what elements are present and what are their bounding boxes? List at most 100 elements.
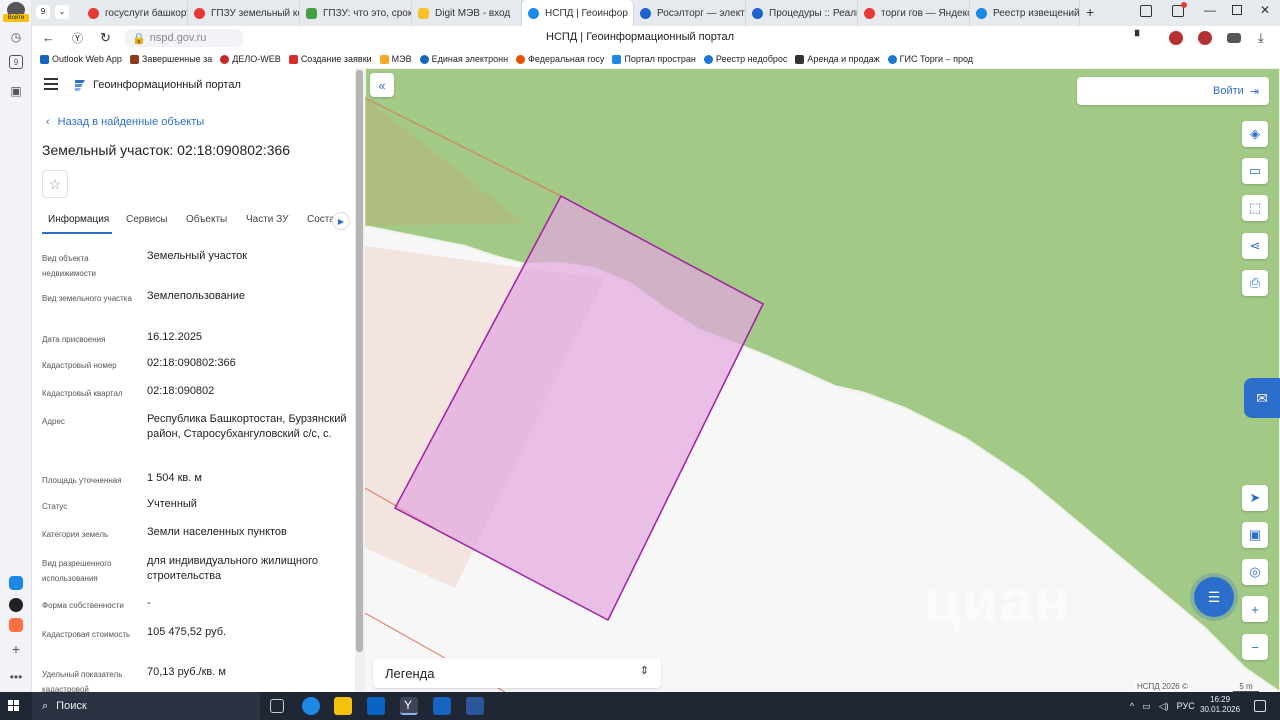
bookmark-item[interactable]: ДЕЛО-WEB <box>220 54 281 64</box>
url-text: nspd.gov.ru <box>149 32 207 44</box>
tabs-scroll-right-button[interactable]: ▶ <box>332 212 350 230</box>
network-icon[interactable]: ▭ <box>1142 701 1151 712</box>
tab-gpzu-2[interactable]: ГПЗУ: что это, срок <box>300 0 412 26</box>
ruler-icon[interactable]: ▭ <box>1242 158 1268 184</box>
sidebar-app-icon-3[interactable] <box>9 618 23 632</box>
field-key: Кадастровая стоимость <box>42 630 131 639</box>
field-value: Республика Башкортостан, Бурзянский райо… <box>147 413 347 440</box>
bookmark-item[interactable]: МЭВ <box>379 54 412 64</box>
word-icon[interactable] <box>466 697 484 715</box>
tab-nspd[interactable]: НСПД | Геоинфор✕ <box>522 0 634 26</box>
search-location-icon[interactable]: ◎ <box>1242 559 1268 585</box>
tab-procedures[interactable]: Процедуры :: Реали <box>746 0 858 26</box>
minimap-icon[interactable]: ▣ <box>1242 522 1268 548</box>
print-icon[interactable]: ⎙ <box>1242 270 1268 296</box>
bookmarks-bar: Outlook Web App Завершенные за ДЕЛО-WEB … <box>32 50 1280 68</box>
share-icon[interactable]: ⋖ <box>1242 233 1268 259</box>
download-icon[interactable]: ⤓ <box>1258 30 1264 46</box>
taskbar-search[interactable]: ⌕ Поиск <box>32 692 260 720</box>
bookmark-item[interactable]: Завершенные за <box>129 54 212 64</box>
more-icon[interactable]: ••• <box>7 668 25 686</box>
minimize-button[interactable]: — <box>1204 3 1216 17</box>
yandex-browser-icon[interactable]: Y <box>400 697 418 715</box>
windows-start-icon[interactable] <box>8 700 20 712</box>
language-indicator[interactable]: РУС <box>1177 701 1195 711</box>
bookmark-item[interactable]: Портал простран <box>612 54 696 64</box>
extension-icon-3[interactable] <box>1227 33 1241 43</box>
tab-parts[interactable]: Части ЗУ <box>246 214 288 225</box>
bookmark-label: Создание заявки <box>300 54 372 64</box>
explorer-icon[interactable] <box>334 697 352 715</box>
bookmark-favicon <box>288 54 298 64</box>
tab-info[interactable]: Информация <box>48 214 109 225</box>
tray-chevron-icon[interactable]: ^ <box>1130 701 1134 711</box>
new-tab-button[interactable]: + <box>1086 4 1094 20</box>
panel-scrollbar[interactable] <box>355 68 365 692</box>
layers-icon[interactable]: ◈ <box>1242 121 1268 147</box>
scrollbar-thumb[interactable] <box>356 70 363 652</box>
zoom-out-button[interactable]: − <box>1242 634 1268 660</box>
favorite-star-icon[interactable]: ☆ <box>42 170 68 198</box>
task-view-icon[interactable] <box>270 699 284 713</box>
tab-torgi-gov[interactable]: торги гов — Яндекс <box>858 0 970 26</box>
maximize-button[interactable] <box>1232 5 1242 15</box>
chat-icon[interactable]: ☰ <box>1194 577 1234 617</box>
outlook-icon[interactable] <box>367 697 385 715</box>
expand-icon[interactable]: ⇕ <box>640 664 649 677</box>
history-icon[interactable]: ◷ <box>7 28 25 46</box>
reload-icon[interactable]: ↻ <box>100 30 111 46</box>
tab-digit-mev[interactable]: Digit МЭВ - вход <box>412 0 522 26</box>
login-button[interactable]: Войти ⇥ <box>1077 77 1269 105</box>
bookmark-item[interactable]: Федеральная госу <box>516 54 604 64</box>
field-key: Форма собственности <box>42 601 124 610</box>
zoom-in-button[interactable]: + <box>1242 596 1268 622</box>
notifications-icon[interactable] <box>1172 2 1187 17</box>
tab-strip: 9 ⌄ госуслуги башкорто ГПЗУ земельный ко… <box>32 0 1280 26</box>
bookmark-item[interactable]: Реестр недоброс <box>703 54 787 64</box>
tab-services[interactable]: Сервисы <box>126 214 167 225</box>
extension-icon-2[interactable] <box>1198 31 1212 45</box>
bookmark-item[interactable]: Создание заявки <box>288 54 372 64</box>
map-view[interactable]: циан « Войти ⇥ ◈ ▭ ⬚ ⋖ ⎙ ✉ ➤ ▣ ◎ + − ☰ Ле… <box>365 68 1280 692</box>
tabs-dropdown-button[interactable]: ⌄ <box>55 5 69 19</box>
screenshot-icon[interactable]: ▣ <box>7 82 25 100</box>
volume-icon[interactable]: ◁) <box>1159 701 1169 712</box>
clock[interactable]: 16:29 30.01.2026 <box>1200 695 1240 715</box>
profile-login-badge[interactable]: Войти <box>3 14 29 22</box>
add-app-icon[interactable]: + <box>7 640 25 658</box>
tab-reestr[interactable]: Реестр извещений <box>970 0 1080 26</box>
menu-icon[interactable] <box>44 78 58 90</box>
bookmark-favicon <box>795 54 805 64</box>
tab-count-button[interactable]: 9 <box>36 5 50 19</box>
notifications-center-icon[interactable] <box>1254 700 1266 712</box>
bookmark-icon[interactable]: ▘ <box>1135 30 1143 43</box>
sidebar-app-icon-2[interactable] <box>9 598 23 612</box>
support-widget-icon[interactable]: ✉ <box>1244 378 1280 418</box>
geolocation-icon[interactable]: ➤ <box>1242 485 1268 511</box>
bookmark-item[interactable]: Outlook Web App <box>40 54 122 64</box>
back-arrow-icon[interactable]: ← <box>42 30 55 45</box>
select-area-icon[interactable]: ⬚ <box>1242 195 1268 221</box>
app-icon-l[interactable] <box>433 697 451 715</box>
tab-count-icon[interactable]: 9 <box>9 55 23 69</box>
edge-icon[interactable] <box>302 697 320 715</box>
close-window-button[interactable]: ✕ <box>1260 3 1270 17</box>
tab-roseltorg[interactable]: Росэлторг — электр <box>634 0 746 26</box>
sidebar-app-icon-1[interactable] <box>9 576 23 590</box>
tab-gpzu-1[interactable]: ГПЗУ земельный ко <box>188 0 300 26</box>
tab-composition[interactable]: Соста <box>307 214 335 225</box>
field-value: 02:18:090802 <box>147 385 215 397</box>
yandex-icon[interactable]: Ⓨ <box>72 30 83 46</box>
extension-icon-1[interactable] <box>1169 31 1183 45</box>
url-field[interactable]: 🔒 nspd.gov.ru <box>124 29 244 47</box>
bookmark-item[interactable]: ГИС Торги – прод <box>887 54 973 64</box>
bookmark-favicon <box>516 54 526 64</box>
back-to-results-link[interactable]: ‹ Назад в найденные объекты <box>46 116 204 128</box>
collections-icon[interactable] <box>1140 5 1152 17</box>
collapse-panel-button[interactable]: « <box>370 73 394 97</box>
legend-panel[interactable]: Легенда ⇕ <box>373 658 661 688</box>
tab-objects[interactable]: Объекты <box>186 214 227 225</box>
tab-gosuslugi[interactable]: госуслуги башкорто <box>82 0 188 26</box>
bookmark-item[interactable]: Аренда и продаж <box>795 54 880 64</box>
bookmark-item[interactable]: Единая электронн <box>419 54 508 64</box>
